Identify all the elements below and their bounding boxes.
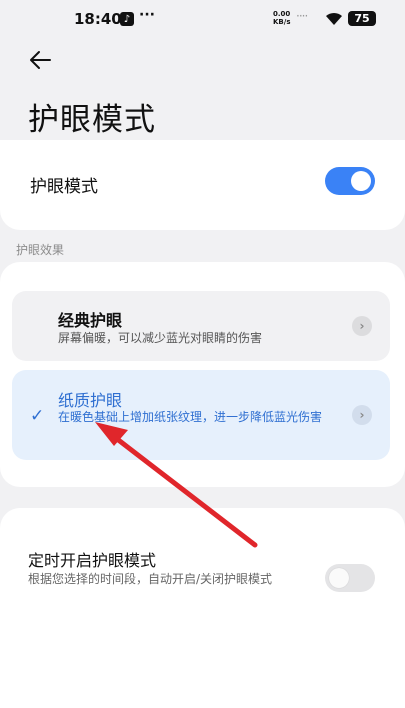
page-title: 护眼模式: [28, 102, 156, 138]
network-speed-value: 0.00: [273, 10, 291, 18]
option-classic-eye-care[interactable]: 经典护眼 屏幕偏暖，可以减少蓝光对眼睛的伤害 ›: [12, 291, 390, 361]
back-arrow-icon[interactable]: [26, 46, 54, 74]
schedule-description: 根据您选择的时间段，自动开启/关闭护眼模式: [28, 572, 273, 586]
signal-icon: ····: [296, 9, 308, 23]
eye-mode-toggle[interactable]: [325, 167, 375, 195]
network-speed-unit: KB/s: [273, 18, 291, 26]
chevron-right-icon[interactable]: ›: [352, 405, 372, 425]
status-bar: 18:40 ♪ ··· 0.00 KB/s ···· 75: [0, 0, 405, 38]
toggle-knob: [329, 568, 349, 588]
eye-mode-label: 护眼模式: [30, 177, 98, 197]
tiktok-notification-icon: ♪: [120, 12, 134, 26]
toggle-knob: [351, 171, 371, 191]
schedule-toggle[interactable]: [325, 564, 375, 592]
checkmark-icon: ✓: [30, 406, 45, 426]
option-title: 经典护眼: [58, 311, 123, 330]
option-description: 屏幕偏暖，可以减少蓝光对眼睛的伤害: [58, 331, 263, 345]
network-speed: 0.00 KB/s: [273, 10, 290, 26]
option-description: 在暖色基础上增加纸张纹理，进一步降低蓝光伤害: [58, 410, 323, 424]
section-label-effects: 护眼效果: [16, 243, 65, 257]
wifi-icon: [326, 12, 342, 25]
schedule-title: 定时开启护眼模式: [28, 551, 157, 570]
more-notifications-icon: ···: [139, 7, 155, 23]
battery-icon: 75: [348, 11, 376, 26]
option-paper-eye-care[interactable]: ✓ 纸质护眼 在暖色基础上增加纸张纹理，进一步降低蓝光伤害 ›: [12, 370, 390, 460]
schedule-card: [0, 508, 405, 708]
status-time: 18:40: [74, 10, 122, 28]
chevron-right-icon[interactable]: ›: [352, 316, 372, 336]
